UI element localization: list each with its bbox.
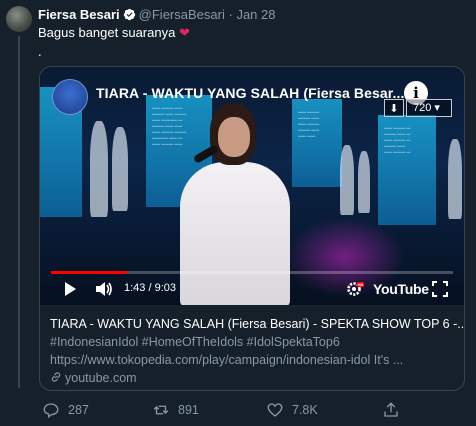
backdrop-figure xyxy=(448,139,462,219)
card-domain[interactable]: youtube.com xyxy=(50,371,460,385)
singer-dress xyxy=(180,162,290,305)
thread-line xyxy=(18,36,20,388)
youtube-logo[interactable]: YouTube xyxy=(373,281,429,297)
card-description: https://www.tokopedia.com/play/campaign/… xyxy=(50,353,404,367)
retweet-action[interactable]: 891 xyxy=(152,401,199,419)
hd-badge: HD xyxy=(358,282,364,287)
link-card[interactable]: ▬▬ ▬▬▬ ▬▬ ▬▬▬ ▬▬ ▬▬▬ ▬▬ ▬▬▬▬ ▬ ▬▬▬ ▬▬ ▬▬ ▬▬ … xyxy=(39,66,465,391)
time-display: 1:43 / 9:03 xyxy=(124,282,176,294)
quality-select[interactable]: 720 ▾ xyxy=(406,99,452,117)
backdrop-figure xyxy=(112,127,128,211)
reply-count: 287 xyxy=(68,403,89,417)
singer-face xyxy=(218,117,250,157)
author-name[interactable]: Fiersa Besari xyxy=(38,7,120,22)
tweet-text-content: Bagus banget suaranya xyxy=(38,25,176,40)
avatar[interactable] xyxy=(6,6,32,32)
reply-icon xyxy=(43,403,59,419)
author-handle[interactable]: @FiersaBesari xyxy=(139,7,225,22)
progress-fill xyxy=(51,271,128,274)
tweet-actions: 287 891 7.8K xyxy=(38,401,458,421)
share-icon xyxy=(384,402,398,417)
like-action[interactable]: 7.8K xyxy=(266,401,318,419)
play-icon[interactable] xyxy=(62,281,78,297)
retweet-count: 891 xyxy=(178,403,199,417)
stage-screen-right: ▬▬ ▬▬▬ ▬▬▬ ▬▬ ▬▬ ▬▬▬ ▬▬▬ ▬▬ ▬▬ ▬▬ xyxy=(292,99,342,187)
download-button[interactable]: ⬇ xyxy=(384,99,404,117)
video-player[interactable]: ▬▬ ▬▬▬ ▬▬ ▬▬▬ ▬▬ ▬▬▬ ▬▬ ▬▬▬▬ ▬ ▬▬▬ ▬▬ ▬▬ ▬▬ … xyxy=(40,67,464,305)
channel-logo-icon[interactable] xyxy=(52,79,88,115)
tweet-header: Fiersa Besari @FiersaBesari · Jan 28 xyxy=(38,7,275,22)
settings-gear-icon[interactable]: HD xyxy=(346,280,364,298)
heart-emoji-icon: ❤ xyxy=(178,25,190,40)
card-hashtags: #IndonesianIdol #HomeOfTheIdols #IdolSpe… xyxy=(50,335,340,349)
fullscreen-icon[interactable] xyxy=(432,281,448,297)
video-title[interactable]: TIARA - WAKTU YANG SALAH (Fiersa Besar..… xyxy=(96,85,405,101)
card-body[interactable]: TIARA - WAKTU YANG SALAH (Fiersa Besari)… xyxy=(50,317,464,385)
heart-icon xyxy=(267,403,283,417)
separator-dot: · xyxy=(228,7,233,22)
tweet-date[interactable]: Jan 28 xyxy=(236,7,275,22)
stage-screen-far-right: ▬▬ ▬▬▬ ▬ ▬▬▬ ▬▬ ▬ ▬▬ ▬▬▬ ▬ ▬▬▬ ▬▬ ▬▬ ▬▬▬ ▬ xyxy=(378,115,436,225)
tweet-extra-line: . xyxy=(38,44,42,59)
volume-icon[interactable] xyxy=(95,281,113,297)
like-count: 7.8K xyxy=(292,403,318,417)
share-action[interactable] xyxy=(382,401,400,419)
backdrop-figure xyxy=(340,145,354,215)
tweet-text: Bagus banget suaranya ❤ xyxy=(38,25,190,41)
backdrop-figure xyxy=(90,121,108,217)
backdrop-figure xyxy=(358,151,370,213)
reply-action[interactable]: 287 xyxy=(42,401,89,419)
progress-bar[interactable] xyxy=(51,271,453,274)
verified-badge-icon xyxy=(123,8,135,21)
link-icon xyxy=(51,372,61,382)
retweet-icon xyxy=(153,405,169,415)
chevron-down-icon: ▾ xyxy=(434,102,440,114)
quality-value: 720 xyxy=(413,102,432,114)
card-title[interactable]: TIARA - WAKTU YANG SALAH (Fiersa Besari)… xyxy=(50,317,464,331)
card-domain-text: youtube.com xyxy=(65,371,137,385)
